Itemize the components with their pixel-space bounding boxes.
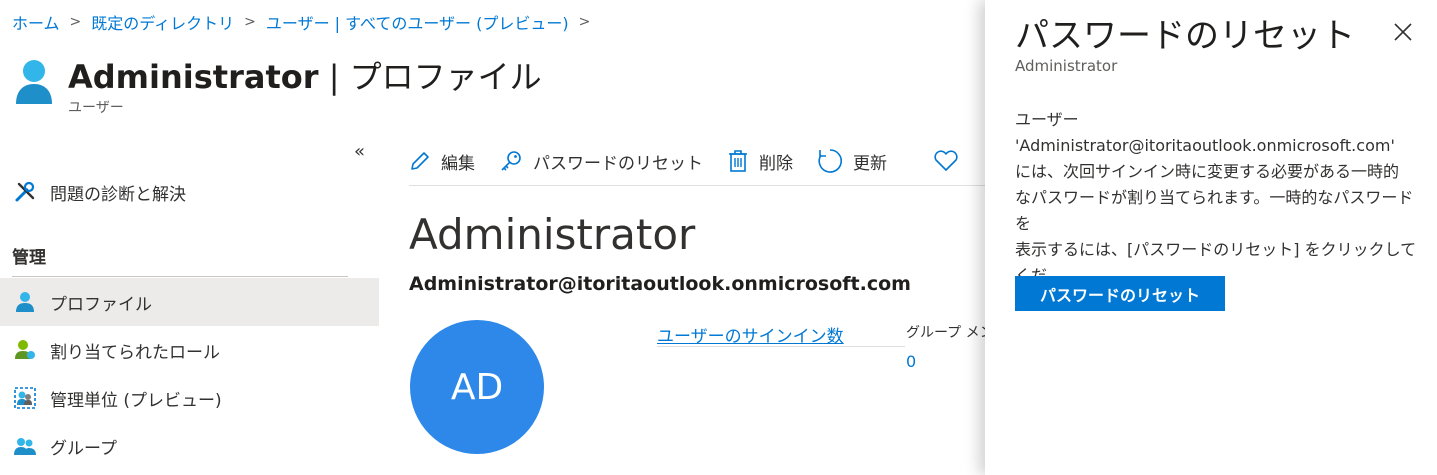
sidebar-item-label: 管理単位 (プレビュー) [50,390,222,411]
breadcrumb-home[interactable]: ホーム [12,10,60,34]
signin-count-link[interactable]: ユーザーのサインイン数 [657,322,844,347]
sidebar-item-assigned-roles[interactable]: 割り当てられたロール [0,326,379,374]
breadcrumb-directory[interactable]: 既定のディレクトリ [91,10,234,34]
wrench-icon [12,179,38,205]
sidebar-item-diagnose[interactable]: 問題の診断と解決 [0,168,379,216]
reset-password-toolbar-button[interactable]: パスワードのリセット [499,149,703,174]
sidebar-item-label: 問題の診断と解決 [50,184,186,205]
panel-description-line: なパスワードが割り当てられます。一時的なパスワードを [1015,188,1414,233]
delete-button[interactable]: 削除 [727,149,793,174]
profile-avatar: AD [410,320,544,454]
profile-display-name: Administrator [409,210,696,259]
stat-divider [657,346,905,347]
panel-description-line: 'Administrator@itoritaoutlook.onmicrosof… [1015,136,1395,155]
edit-label: 編集 [441,153,475,174]
chevron-right-icon: > [69,14,82,30]
group-icon [12,433,38,459]
sidebar-item-admin-units[interactable]: 管理単位 (プレビュー) [0,374,379,422]
chevron-right-icon: > [244,14,256,30]
refresh-button[interactable]: 更新 [817,148,887,174]
key-icon [501,151,521,171]
page-subtitle: ユーザー [68,100,124,116]
sidebar-item-label: プロファイル [50,294,152,315]
command-bar: 編集 パスワードのリセット 削除 更新 [409,137,989,186]
breadcrumb: ホーム > 既定のディレクトリ > ユーザー | すべてのユーザー (プレビュー… [12,10,600,34]
reset-password-button[interactable]: パスワードのリセット [1015,276,1225,311]
reset-password-label: パスワードのリセット [533,153,703,174]
sidebar-item-label: 割り当てられたロール [50,342,220,363]
trash-icon [729,150,747,172]
heart-icon [934,150,958,171]
user-icon [12,289,38,315]
page-title-section: | プロファイル [318,58,542,96]
close-icon[interactable] [1391,20,1415,44]
pencil-icon [411,152,429,170]
reset-password-panel: パスワードのリセット Administrator ユーザー 'Administr… [985,0,1437,475]
panel-title: パスワードのリセット [1015,16,1355,56]
refresh-label: 更新 [853,153,887,174]
edit-button[interactable]: 編集 [409,149,475,174]
sidebar-item-groups[interactable]: グループ [0,422,379,470]
sidebar-item-label: グループ [50,438,117,459]
collapse-sidebar-button[interactable]: « [354,141,365,162]
panel-description-line: には、次回サインイン時に変更する必要がある一時的 [1015,162,1400,181]
breadcrumb-all-users[interactable]: ユーザー | すべてのユーザー (プレビュー) [266,10,569,34]
admin-units-icon [12,385,38,411]
delete-label: 削除 [759,153,793,174]
refresh-icon [818,149,842,173]
panel-subtitle: Administrator [1015,57,1118,75]
panel-description-line: ユーザー [1015,110,1079,129]
sidebar-section-manage: 管理 [12,248,46,268]
chevron-right-icon: > [578,14,591,30]
group-membership-label: グループ メンバー [906,325,986,341]
user-icon [14,58,54,106]
feedback-button[interactable] [933,150,969,172]
profile-email: Administrator@itoritaoutlook.onmicrosoft… [409,273,911,295]
group-membership-count[interactable]: 0 [906,352,916,371]
page-title-name: Administrator [68,58,319,96]
sidebar-item-profile[interactable]: プロファイル [0,278,379,326]
page-title: Administrator | プロファイル [68,52,542,98]
sidebar-divider [12,276,348,277]
user-role-icon [12,337,38,363]
